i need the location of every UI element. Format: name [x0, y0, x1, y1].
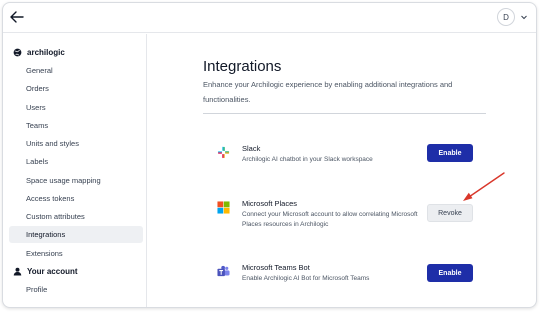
- divider: [203, 113, 486, 114]
- sidebar-item-teams[interactable]: Teams: [9, 117, 143, 134]
- integration-row-microsoft-teams-bot: Microsoft Teams Bot Enable Archilogic AI…: [217, 263, 477, 297]
- user-menu[interactable]: D: [497, 8, 528, 26]
- avatar[interactable]: D: [497, 8, 515, 26]
- sidebar-item-integrations[interactable]: Integrations: [9, 226, 143, 243]
- sidebar-item-label: Access tokens: [26, 194, 75, 203]
- sidebar-item-label: Space usage mapping: [26, 175, 101, 185]
- sidebar-item-profile[interactable]: Profile: [9, 281, 143, 298]
- page-description: Enhance your Archilogic experience by en…: [203, 80, 453, 104]
- sidebar-item-units-and-styles[interactable]: Units and styles: [9, 135, 143, 152]
- teams-icon: [217, 265, 230, 277]
- enable-microsoft-teams-bot-button[interactable]: Enable: [427, 264, 473, 282]
- sidebar-item-label: Labels: [26, 157, 49, 166]
- sidebar-item-orders[interactable]: Orders: [9, 80, 143, 97]
- sidebar-item-general[interactable]: General: [9, 62, 143, 79]
- revoke-microsoft-places-button[interactable]: Revoke: [427, 204, 473, 222]
- sidebar-item-label: Profile: [26, 285, 48, 294]
- integration-name: Microsoft Places: [242, 199, 298, 208]
- sidebar-org-header: archilogic: [13, 44, 65, 60]
- org-name: archilogic: [27, 47, 65, 57]
- sidebar-item-space-usage-mapping[interactable]: Space usage mapping: [9, 172, 143, 189]
- sidebar-item-label: Units and styles: [26, 139, 79, 148]
- sidebar-item-label: Teams: [26, 120, 49, 130]
- page-title: Integrations: [203, 58, 282, 75]
- integration-row-slack: Slack Archilogic AI chatbot in your Slac…: [217, 144, 477, 178]
- sidebar-item-label: Users: [26, 102, 46, 112]
- sidebar-item-label: Extensions: [26, 248, 63, 258]
- sidebar-item-users[interactable]: Users: [9, 99, 143, 116]
- integration-description: Enable Archilogic AI Bot for Microsoft T…: [242, 275, 370, 282]
- slack-icon: [217, 146, 230, 159]
- microsoft-icon: [217, 201, 230, 214]
- sidebar: archilogic General Orders Users Teams Un…: [3, 34, 147, 307]
- integration-name: Microsoft Teams Bot: [242, 263, 310, 272]
- user-icon: [13, 267, 22, 276]
- back-arrow-icon[interactable]: [9, 9, 25, 25]
- integration-description: Archilogic AI chatbot in your Slack work…: [242, 156, 373, 163]
- globe-icon: [13, 48, 22, 56]
- integration-description: Connect your Microsoft account to allow …: [242, 211, 418, 228]
- sidebar-item-label: Custom attributes: [26, 212, 85, 221]
- top-bar: D: [3, 3, 536, 33]
- sidebar-item-label: Integrations: [26, 230, 66, 239]
- sidebar-item-access-tokens[interactable]: Access tokens: [9, 190, 143, 207]
- integration-name: Slack: [242, 144, 261, 153]
- sidebar-item-labels[interactable]: Labels: [9, 153, 143, 170]
- chevron-down-icon[interactable]: [520, 13, 528, 21]
- sidebar-item-custom-attributes[interactable]: Custom attributes: [9, 208, 143, 225]
- sidebar-item-extensions[interactable]: Extensions: [9, 245, 143, 262]
- sidebar-item-label: Orders: [26, 84, 49, 93]
- integration-row-microsoft-places: Microsoft Places Connect your Microsoft …: [217, 199, 477, 233]
- annotation-arrow-icon: [463, 172, 505, 201]
- sidebar-account-header: Your account: [13, 263, 78, 279]
- enable-slack-button[interactable]: Enable: [427, 144, 473, 162]
- sidebar-item-label: General: [26, 66, 53, 75]
- account-title: Your account: [27, 266, 78, 276]
- app-window: D archilogic General Orders Users Teams …: [2, 2, 537, 308]
